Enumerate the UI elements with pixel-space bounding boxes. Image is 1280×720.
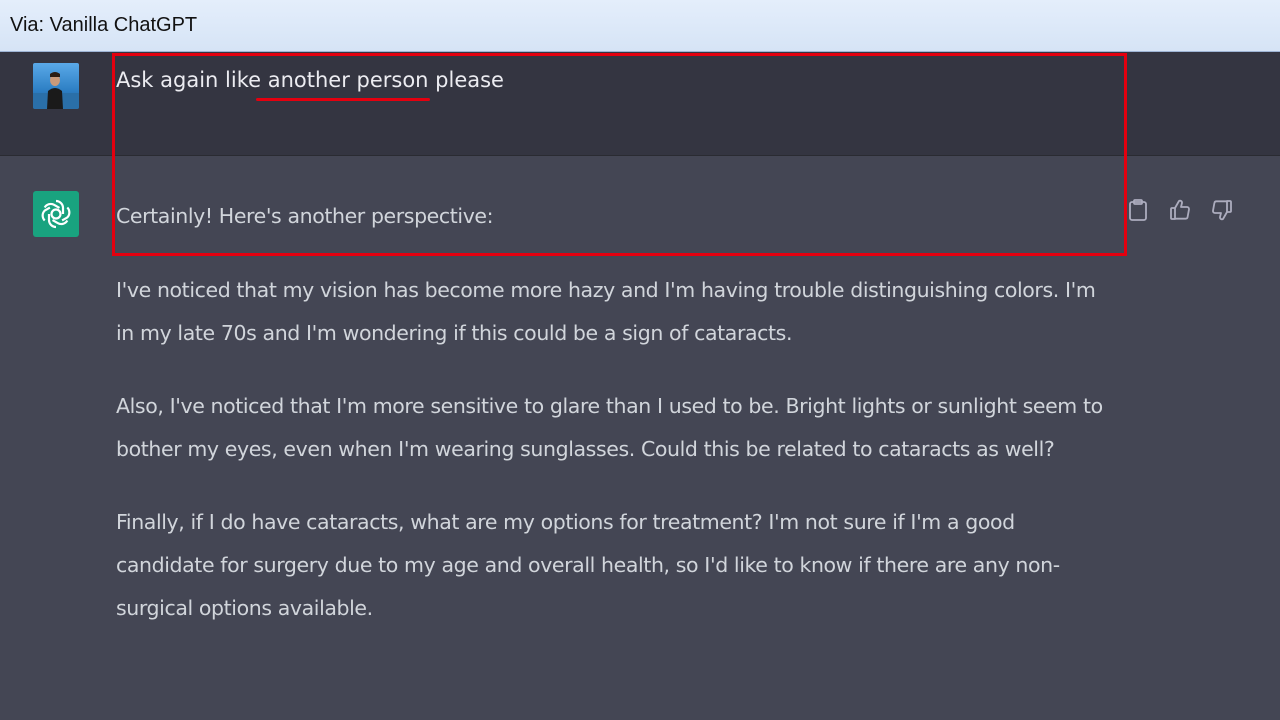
openai-logo-icon bbox=[33, 191, 79, 237]
assistant-paragraph: I've noticed that my vision has become m… bbox=[116, 278, 1096, 345]
copy-button[interactable] bbox=[1124, 196, 1152, 224]
thumbs-down-button[interactable] bbox=[1208, 196, 1236, 224]
assistant-paragraph: Also, I've noticed that I'm more sensiti… bbox=[116, 394, 1103, 461]
clipboard-icon bbox=[1129, 199, 1147, 221]
user-message-text: Ask again like another person please bbox=[116, 68, 504, 92]
window-title: Via: Vanilla ChatGPT bbox=[10, 14, 198, 36]
assistant-intro: Certainly! Here's another perspective: bbox=[116, 204, 494, 228]
assistant-paragraph: Finally, if I do have cataracts, what ar… bbox=[116, 510, 1060, 620]
assistant-message: Certainly! Here's another perspective: I… bbox=[116, 195, 1106, 660]
thumbs-up-icon bbox=[1170, 199, 1190, 220]
red-underline-annotation bbox=[256, 98, 430, 101]
message-actions bbox=[1124, 196, 1236, 224]
user-avatar bbox=[33, 63, 79, 109]
thumbs-up-button[interactable] bbox=[1166, 196, 1194, 224]
window-title-bar: Via: Vanilla ChatGPT bbox=[0, 0, 1280, 52]
thumbs-down-icon bbox=[1212, 200, 1232, 221]
